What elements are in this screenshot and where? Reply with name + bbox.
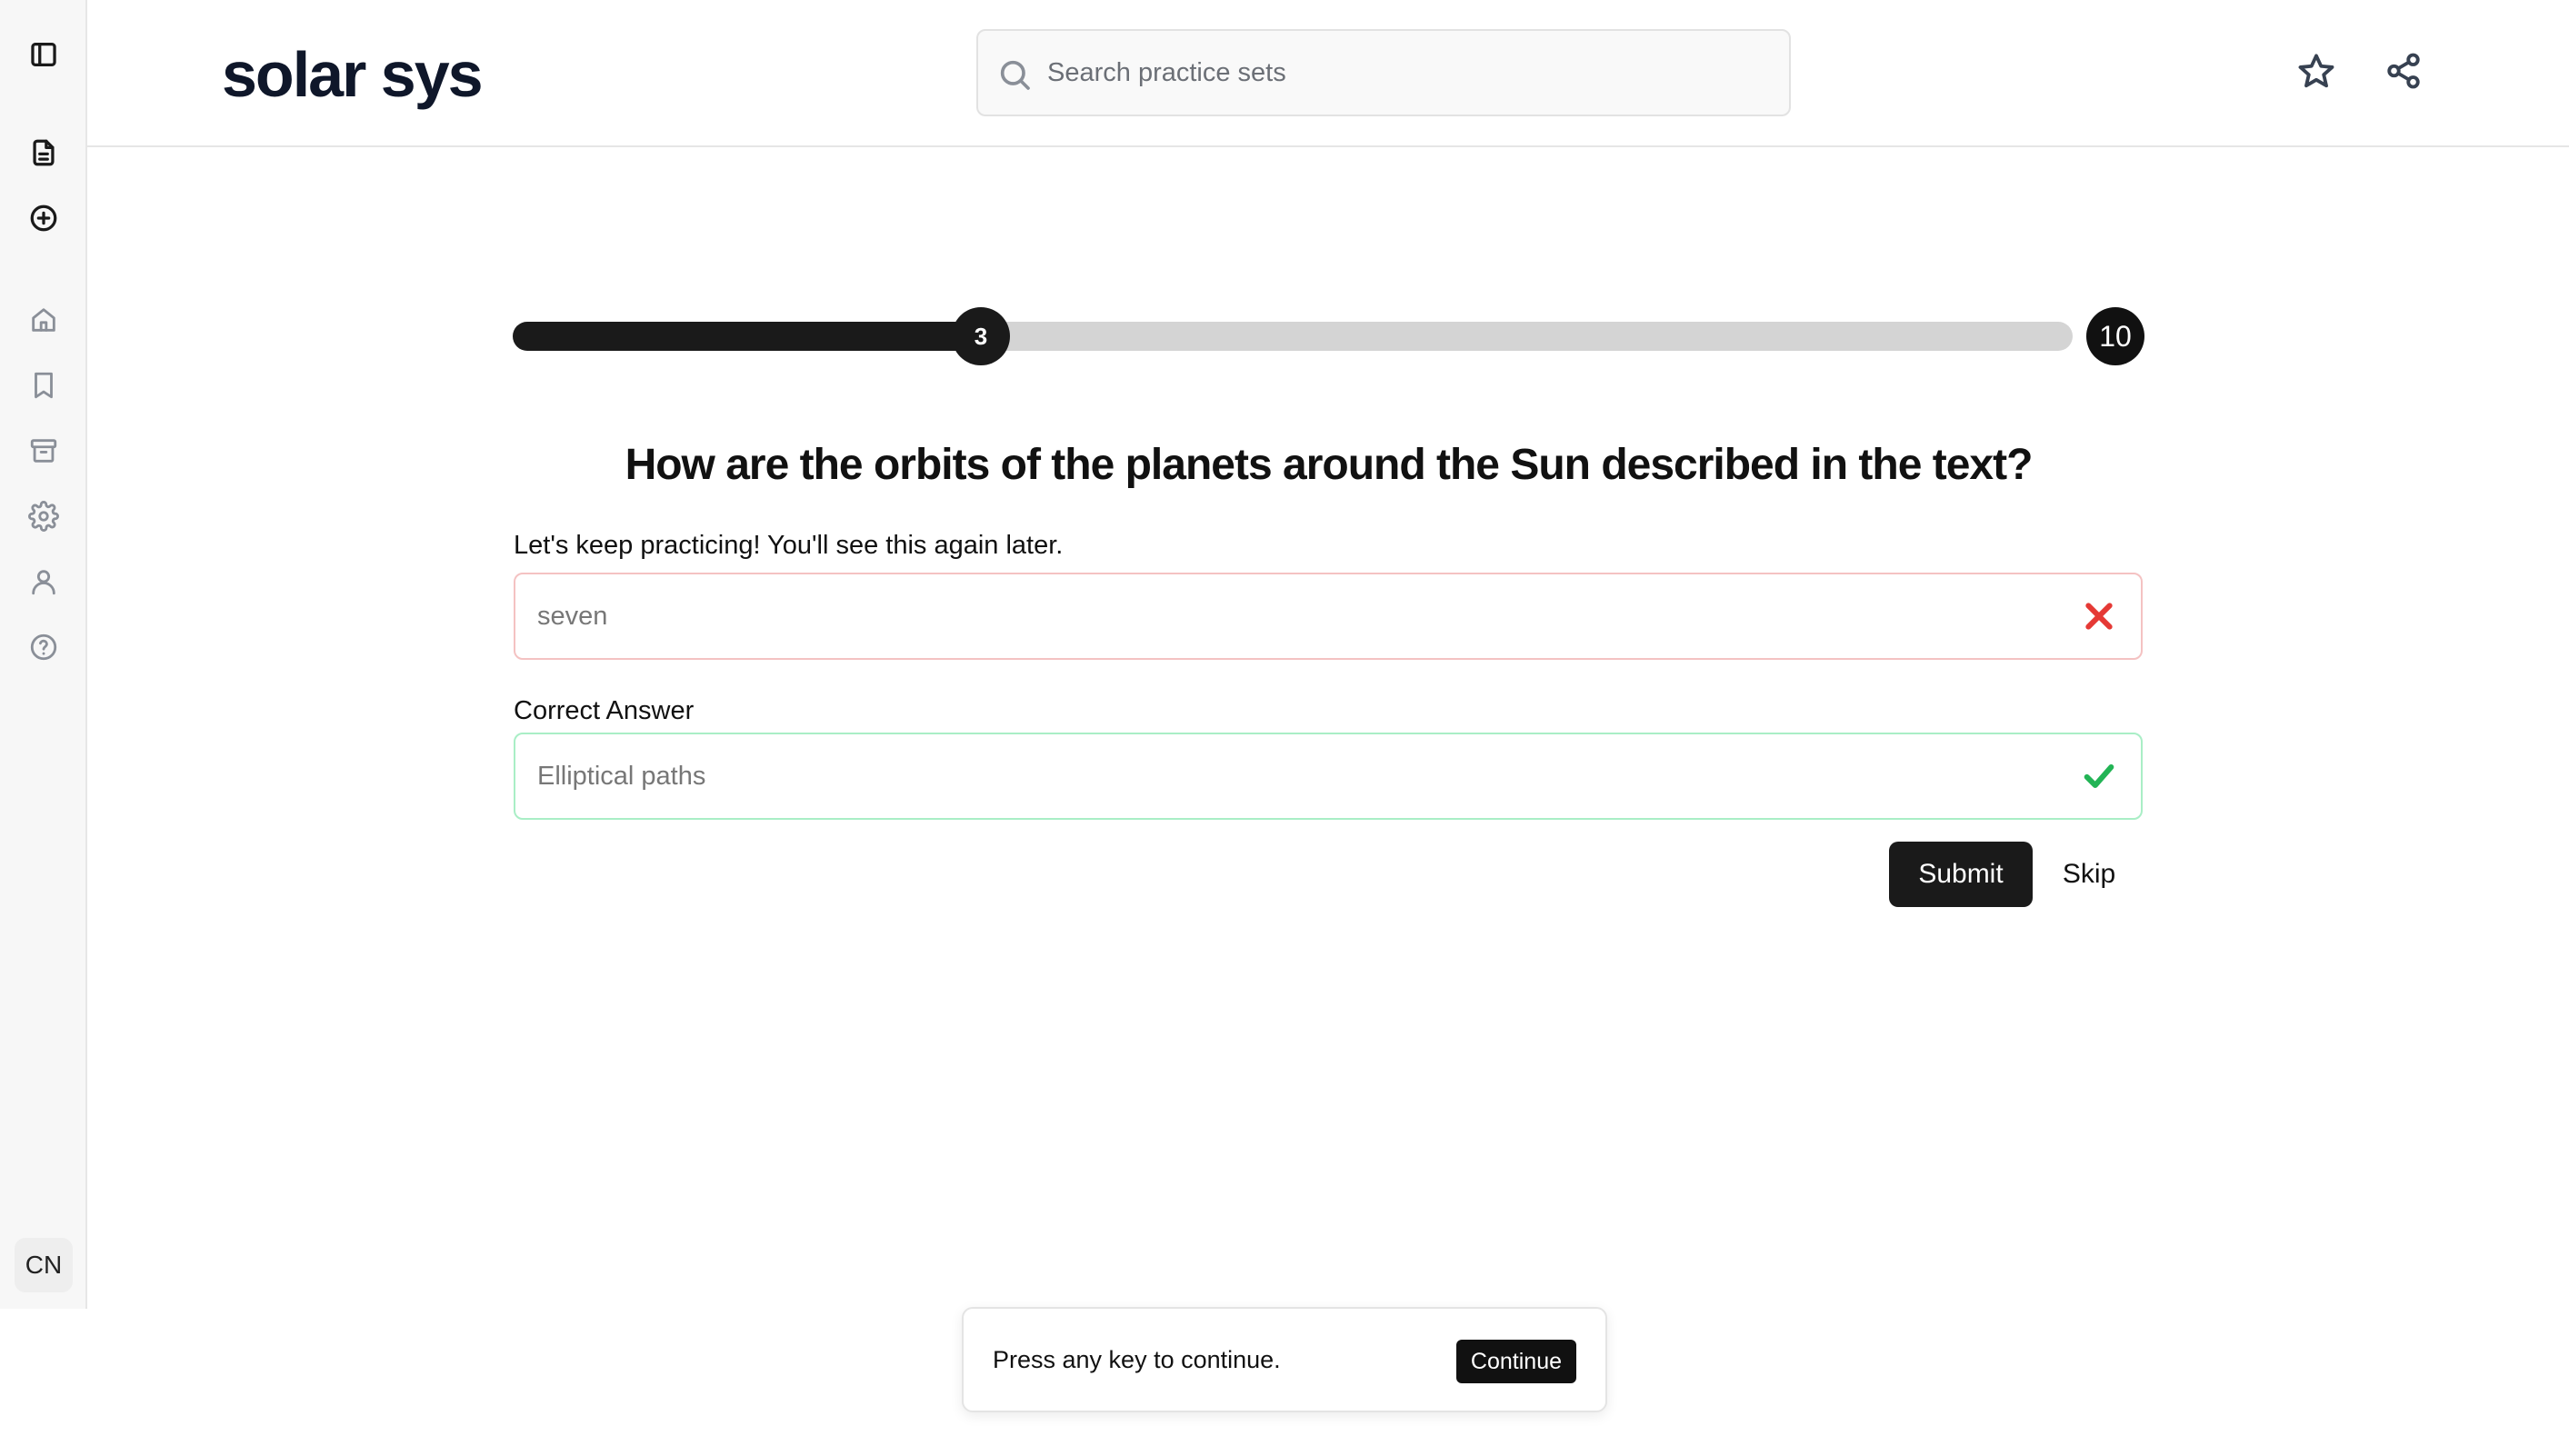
progress-bar: 3 [513, 307, 2073, 365]
correct-answer-field: Elliptical paths [514, 733, 2143, 820]
sidebar: CN [0, 0, 87, 1309]
home-icon[interactable] [25, 302, 62, 338]
sidebar-toggle-icon[interactable] [25, 36, 62, 73]
continue-toast: Press any key to continue. Continue [962, 1307, 1607, 1412]
question-text: How are the orbits of the planets around… [625, 441, 2034, 489]
submit-button[interactable]: Submit [1889, 842, 2033, 907]
skip-button[interactable]: Skip [2044, 842, 2134, 907]
search-input[interactable] [1047, 31, 1774, 115]
check-icon [2081, 758, 2117, 794]
gear-icon[interactable] [25, 498, 62, 534]
user-answer-value: seven [537, 602, 608, 631]
user-answer-field: seven [514, 573, 2143, 660]
progress-current: 3 [952, 307, 1010, 365]
document-icon[interactable] [25, 135, 62, 171]
search-bar[interactable] [976, 29, 1791, 116]
archive-icon[interactable] [25, 433, 62, 469]
language-badge[interactable]: CN [15, 1238, 73, 1292]
correct-answer-value: Elliptical paths [537, 762, 706, 791]
correct-answer-label: Correct Answer [514, 696, 695, 725]
toast-message: Press any key to continue. [993, 1346, 1281, 1373]
feedback-text: Let's keep practicing! You'll see this a… [514, 531, 1064, 560]
progress-fill [513, 322, 981, 351]
help-icon[interactable] [25, 629, 62, 665]
user-icon[interactable] [25, 563, 62, 600]
search-icon [996, 56, 1033, 93]
star-icon[interactable] [2296, 51, 2336, 91]
plus-circle-icon[interactable] [25, 200, 62, 236]
share-icon[interactable] [2384, 51, 2424, 91]
close-icon [2081, 598, 2117, 634]
progress-total: 10 [2086, 307, 2144, 365]
continue-button[interactable]: Continue [1455, 1340, 1576, 1383]
bookmark-icon[interactable] [25, 367, 62, 404]
app-title: solar sys [222, 39, 484, 110]
top-header: solar sys [87, 0, 2569, 147]
